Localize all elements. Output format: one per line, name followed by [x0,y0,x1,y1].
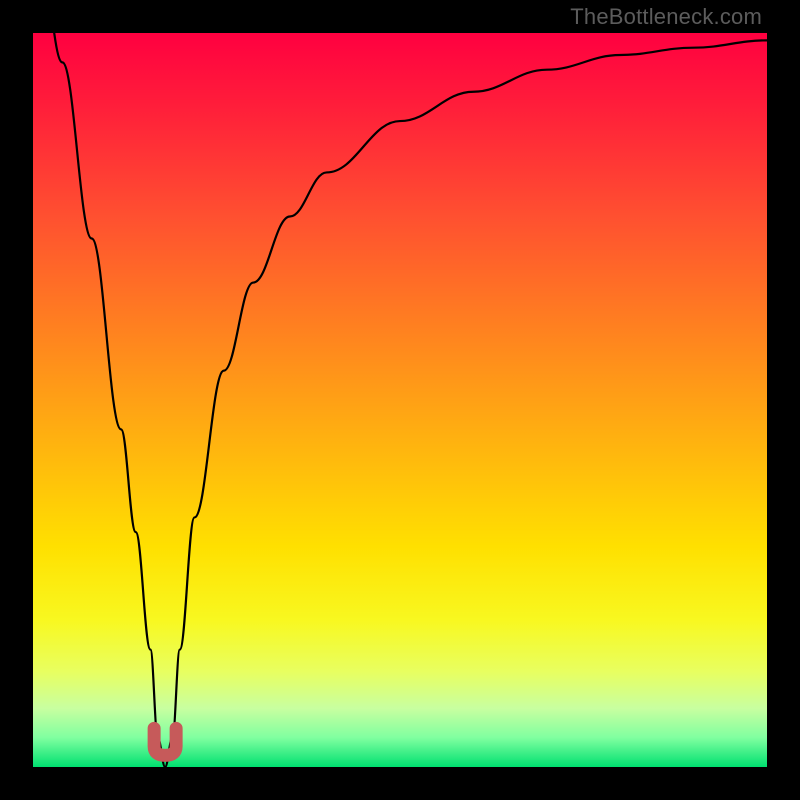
chart-frame: TheBottleneck.com [0,0,800,800]
plot-area [33,33,767,767]
chart-svg [33,33,767,767]
gradient-background [33,33,767,767]
watermark-text: TheBottleneck.com [570,4,762,30]
